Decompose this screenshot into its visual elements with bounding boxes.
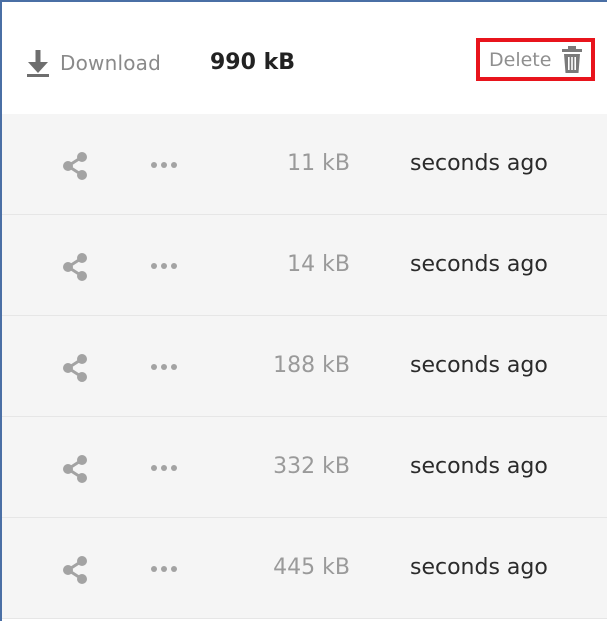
file-size: 11 kB <box>287 151 350 176</box>
file-modified-time: seconds ago <box>410 454 548 479</box>
file-panel: Download 990 kB Delete 11 kB seconds ago… <box>0 0 607 621</box>
more-options-icon[interactable] <box>148 356 180 378</box>
file-list: 11 kB seconds ago 14 kB seconds ago 188 … <box>2 114 607 619</box>
more-options-icon[interactable] <box>148 457 180 479</box>
download-icon <box>27 50 49 77</box>
file-size: 188 kB <box>273 353 350 378</box>
more-options-icon[interactable] <box>148 255 180 277</box>
file-modified-time: seconds ago <box>410 555 548 580</box>
file-size: 332 kB <box>273 454 350 479</box>
file-modified-time: seconds ago <box>410 151 548 176</box>
share-icon[interactable] <box>60 554 90 586</box>
file-row[interactable]: 332 kB seconds ago <box>2 417 607 518</box>
download-label: Download <box>60 51 162 75</box>
more-options-icon[interactable] <box>148 154 180 176</box>
download-button[interactable]: Download <box>24 46 161 80</box>
trash-icon <box>562 45 583 73</box>
file-modified-time: seconds ago <box>410 252 548 277</box>
share-icon[interactable] <box>60 150 90 182</box>
file-row[interactable]: 445 kB seconds ago <box>2 518 607 619</box>
selection-total-size: 990 kB <box>210 50 295 75</box>
file-row[interactable]: 11 kB seconds ago <box>2 114 607 215</box>
share-icon[interactable] <box>60 352 90 384</box>
share-icon[interactable] <box>60 453 90 485</box>
more-options-icon[interactable] <box>148 558 180 580</box>
file-size: 14 kB <box>287 252 350 277</box>
selection-toolbar: Download 990 kB Delete <box>2 2 607 114</box>
delete-button[interactable]: Delete <box>476 38 595 81</box>
file-row[interactable]: 188 kB seconds ago <box>2 316 607 417</box>
file-row[interactable]: 14 kB seconds ago <box>2 215 607 316</box>
delete-label: Delete <box>489 48 552 71</box>
file-size: 445 kB <box>273 555 350 580</box>
file-modified-time: seconds ago <box>410 353 548 378</box>
share-icon[interactable] <box>60 251 90 283</box>
